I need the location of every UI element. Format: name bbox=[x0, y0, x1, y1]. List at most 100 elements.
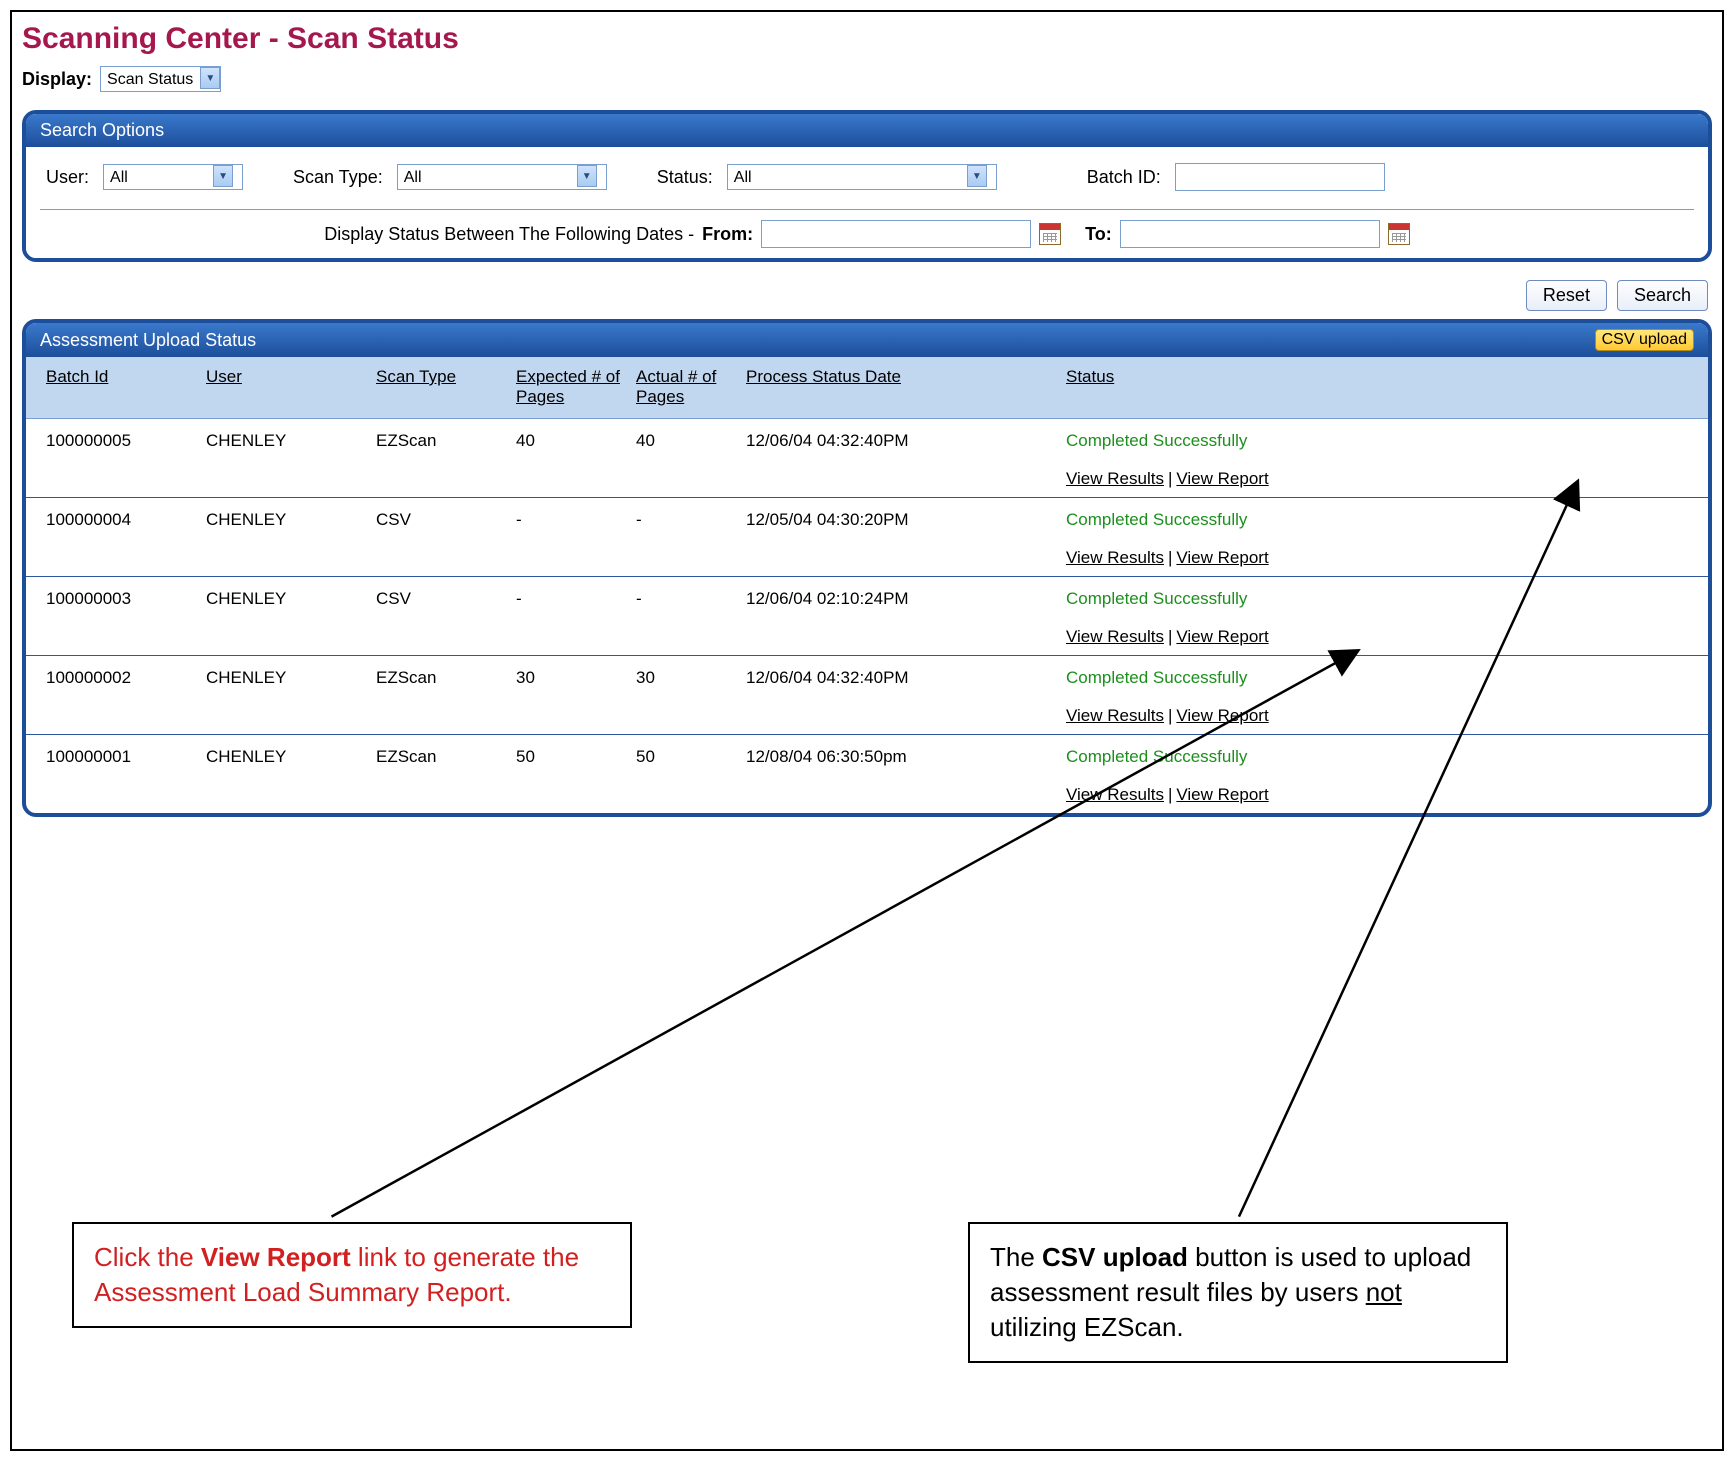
chevron-down-icon: ▼ bbox=[577, 165, 597, 187]
cell-user: CHENLEY bbox=[206, 589, 376, 647]
cell-expected: 30 bbox=[516, 668, 636, 726]
user-select[interactable]: All ▼ bbox=[103, 164, 243, 190]
status-select-value: All bbox=[728, 165, 968, 189]
view-report-link[interactable]: View Report bbox=[1176, 469, 1268, 488]
to-date-input[interactable] bbox=[1120, 220, 1380, 248]
callout-bold: CSV upload bbox=[1042, 1242, 1188, 1272]
col-actual[interactable]: Actual # of Pages bbox=[636, 367, 746, 406]
view-results-link[interactable]: View Results bbox=[1066, 548, 1164, 567]
table-row: 100000004CHENLEYCSV--12/05/04 04:30:20PM… bbox=[26, 498, 1708, 577]
table-row: 100000001CHENLEYEZScan505012/08/04 06:30… bbox=[26, 735, 1708, 813]
view-report-link[interactable]: View Report bbox=[1176, 785, 1268, 804]
col-scan-type[interactable]: Scan Type bbox=[376, 367, 516, 406]
separator: | bbox=[1168, 469, 1172, 488]
batch-id-input[interactable] bbox=[1175, 163, 1385, 191]
table-row: 100000002CHENLEYEZScan303012/06/04 04:32… bbox=[26, 656, 1708, 735]
view-results-link[interactable]: View Results bbox=[1066, 785, 1164, 804]
callout-underline: not bbox=[1366, 1277, 1402, 1307]
from-date-input[interactable] bbox=[761, 220, 1031, 248]
from-label: From: bbox=[702, 224, 753, 245]
status-text: Completed Successfully bbox=[1066, 747, 1688, 767]
cell-batch-id: 100000003 bbox=[46, 589, 206, 647]
page-title: Scanning Center - Scan Status bbox=[22, 22, 1712, 56]
callout-text: utilizing EZScan. bbox=[990, 1312, 1184, 1342]
csv-upload-button[interactable]: CSV upload bbox=[1595, 329, 1694, 351]
separator: | bbox=[1168, 627, 1172, 646]
display-row: Display: Scan Status ▼ bbox=[22, 66, 1712, 92]
status-label: Status: bbox=[657, 167, 713, 188]
cell-status: Completed Successfully View Results|View … bbox=[1066, 747, 1688, 805]
view-report-link[interactable]: View Report bbox=[1176, 706, 1268, 725]
reset-button[interactable]: Reset bbox=[1526, 280, 1607, 311]
col-status[interactable]: Status bbox=[1066, 367, 1688, 406]
scan-type-select-value: All bbox=[398, 165, 578, 189]
col-user[interactable]: User bbox=[206, 367, 376, 406]
cell-user: CHENLEY bbox=[206, 510, 376, 568]
chevron-down-icon: ▼ bbox=[213, 165, 233, 187]
cell-batch-id: 100000002 bbox=[46, 668, 206, 726]
callout-csv-upload: The CSV upload button is used to upload … bbox=[968, 1222, 1508, 1363]
status-text: Completed Successfully bbox=[1066, 510, 1688, 530]
table-row: 100000003CHENLEYCSV--12/06/04 02:10:24PM… bbox=[26, 577, 1708, 656]
cell-actual: 40 bbox=[636, 431, 746, 489]
cell-process-date: 12/06/04 04:32:40PM bbox=[746, 431, 1066, 489]
table-header: Batch Id User Scan Type Expected # of Pa… bbox=[26, 357, 1708, 419]
cell-user: CHENLEY bbox=[206, 668, 376, 726]
cell-status: Completed SuccessfullyView Results|View … bbox=[1066, 589, 1688, 647]
view-report-link[interactable]: View Report bbox=[1176, 548, 1268, 567]
user-select-value: All bbox=[104, 165, 214, 189]
view-report-link[interactable]: View Report bbox=[1176, 627, 1268, 646]
table-row: 100000005CHENLEYEZScan404012/06/04 04:32… bbox=[26, 419, 1708, 498]
display-select[interactable]: Scan Status ▼ bbox=[100, 66, 221, 92]
cell-expected: - bbox=[516, 510, 636, 568]
date-range-label: Display Status Between The Following Dat… bbox=[324, 224, 694, 245]
cell-status: Completed Successfully View Results|View … bbox=[1066, 431, 1688, 489]
cell-user: CHENLEY bbox=[206, 431, 376, 489]
search-options-panel: Search Options User: All ▼ Scan Type: Al… bbox=[22, 110, 1712, 262]
view-results-link[interactable]: View Results bbox=[1066, 627, 1164, 646]
cell-batch-id: 100000005 bbox=[46, 431, 206, 489]
col-batch-id[interactable]: Batch Id bbox=[46, 367, 206, 406]
cell-status: Completed Successfully View Results|View … bbox=[1066, 668, 1688, 726]
display-label: Display: bbox=[22, 69, 92, 90]
separator: | bbox=[1168, 706, 1172, 725]
view-results-link[interactable]: View Results bbox=[1066, 706, 1164, 725]
cell-scan-type: CSV bbox=[376, 510, 516, 568]
callout-view-report: Click the View Report link to generate t… bbox=[72, 1222, 632, 1328]
cell-user: CHENLEY bbox=[206, 747, 376, 805]
scan-type-select[interactable]: All ▼ bbox=[397, 164, 607, 190]
view-results-link[interactable]: View Results bbox=[1066, 469, 1164, 488]
callout-bold: View Report bbox=[201, 1242, 351, 1272]
calendar-icon[interactable] bbox=[1388, 223, 1410, 245]
col-expected[interactable]: Expected # of Pages bbox=[516, 367, 636, 406]
display-select-value: Scan Status bbox=[101, 67, 201, 91]
to-label: To: bbox=[1085, 224, 1112, 245]
cell-batch-id: 100000004 bbox=[46, 510, 206, 568]
cell-scan-type: CSV bbox=[376, 589, 516, 647]
chevron-down-icon: ▼ bbox=[967, 165, 987, 187]
chevron-down-icon: ▼ bbox=[200, 67, 220, 89]
cell-actual: - bbox=[636, 510, 746, 568]
cell-expected: 50 bbox=[516, 747, 636, 805]
action-buttons: Reset Search bbox=[22, 274, 1712, 319]
status-text: Completed Successfully bbox=[1066, 431, 1688, 451]
cell-process-date: 12/06/04 02:10:24PM bbox=[746, 589, 1066, 647]
results-panel: Assessment Upload Status CSV upload Batc… bbox=[22, 319, 1712, 817]
results-header: Assessment Upload Status CSV upload bbox=[26, 323, 1708, 357]
cell-process-date: 12/05/04 04:30:20PM bbox=[746, 510, 1066, 568]
callout-text: The bbox=[990, 1242, 1042, 1272]
search-options-title: Search Options bbox=[40, 120, 164, 141]
scan-type-label: Scan Type: bbox=[293, 167, 383, 188]
cell-scan-type: EZScan bbox=[376, 747, 516, 805]
results-title: Assessment Upload Status bbox=[40, 330, 256, 351]
status-text: Completed Successfully bbox=[1066, 668, 1688, 688]
status-select[interactable]: All ▼ bbox=[727, 164, 997, 190]
separator: | bbox=[1168, 785, 1172, 804]
cell-batch-id: 100000001 bbox=[46, 747, 206, 805]
calendar-icon[interactable] bbox=[1039, 223, 1061, 245]
search-button[interactable]: Search bbox=[1617, 280, 1708, 311]
col-process-date[interactable]: Process Status Date bbox=[746, 367, 1066, 406]
cell-process-date: 12/06/04 04:32:40PM bbox=[746, 668, 1066, 726]
cell-actual: - bbox=[636, 589, 746, 647]
user-label: User: bbox=[46, 167, 89, 188]
